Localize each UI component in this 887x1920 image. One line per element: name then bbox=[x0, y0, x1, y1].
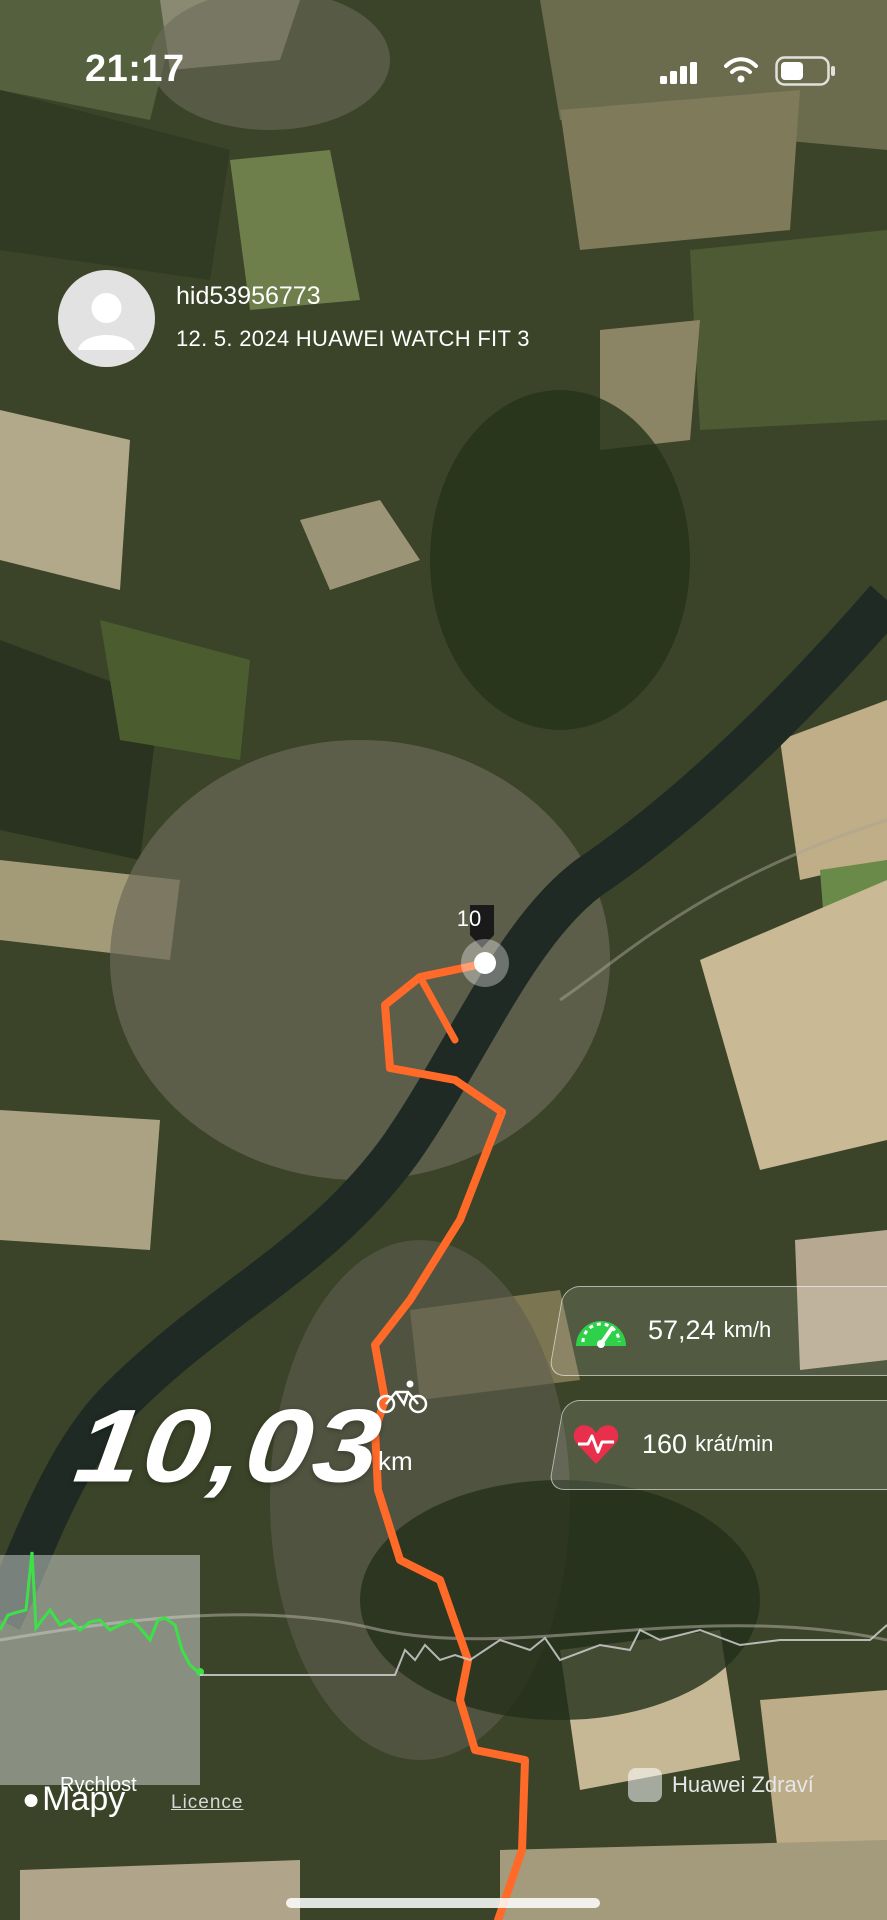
wifi-icon bbox=[724, 57, 758, 83]
huawei-health-icon bbox=[628, 1768, 662, 1802]
chart-overlay bbox=[0, 1555, 200, 1785]
distance-value: 10,03 bbox=[68, 1388, 390, 1505]
speed-stat: 57,24 km/h bbox=[572, 1286, 771, 1374]
speed-unit: km/h bbox=[723, 1317, 772, 1342]
huawei-health-brand: Huawei Zdraví bbox=[628, 1768, 814, 1802]
huawei-health-label: Huawei Zdraví bbox=[672, 1772, 814, 1797]
user-profile: hid53956773 12. 5. 2024 HUAWEI WATCH FIT… bbox=[58, 270, 658, 370]
person-avatar-icon[interactable] bbox=[58, 270, 155, 367]
field-patch bbox=[690, 230, 887, 430]
field-patch bbox=[0, 1110, 160, 1250]
status-time: 21:17 bbox=[85, 48, 185, 90]
waypoint-label: 10 bbox=[457, 906, 481, 931]
forest-area bbox=[360, 1480, 760, 1720]
field-patch bbox=[0, 410, 130, 590]
heart-rate-value: 160 bbox=[642, 1428, 688, 1459]
cycling-icon bbox=[376, 1380, 428, 1414]
heart-rate-icon bbox=[573, 1425, 619, 1464]
speed-value: 57,24 bbox=[648, 1314, 716, 1345]
distance-unit: km bbox=[378, 1446, 413, 1476]
field-patch bbox=[20, 1860, 300, 1920]
battery-icon bbox=[775, 56, 835, 86]
home-indicator[interactable] bbox=[286, 1898, 600, 1908]
activity-date-device: 12. 5. 2024 HUAWEI WATCH FIT 3 bbox=[176, 326, 530, 351]
heart-rate-unit: krát/min bbox=[695, 1431, 774, 1456]
maps-logo-text: Mapy bbox=[42, 1780, 126, 1818]
apple-logo-icon: ● bbox=[22, 1782, 41, 1816]
speedometer-icon bbox=[576, 1321, 626, 1348]
forest-area bbox=[430, 390, 690, 730]
field-patch bbox=[500, 1840, 887, 1920]
user-id: hid53956773 bbox=[176, 282, 321, 310]
licence-link[interactable]: Licence bbox=[171, 1792, 244, 1814]
maps-logo[interactable]: ● Mapy bbox=[22, 1780, 125, 1819]
status-bar: 21:17 bbox=[0, 0, 887, 140]
signal-bars-icon bbox=[660, 62, 697, 84]
heart-rate-stat: 160 krát/min bbox=[572, 1400, 773, 1488]
